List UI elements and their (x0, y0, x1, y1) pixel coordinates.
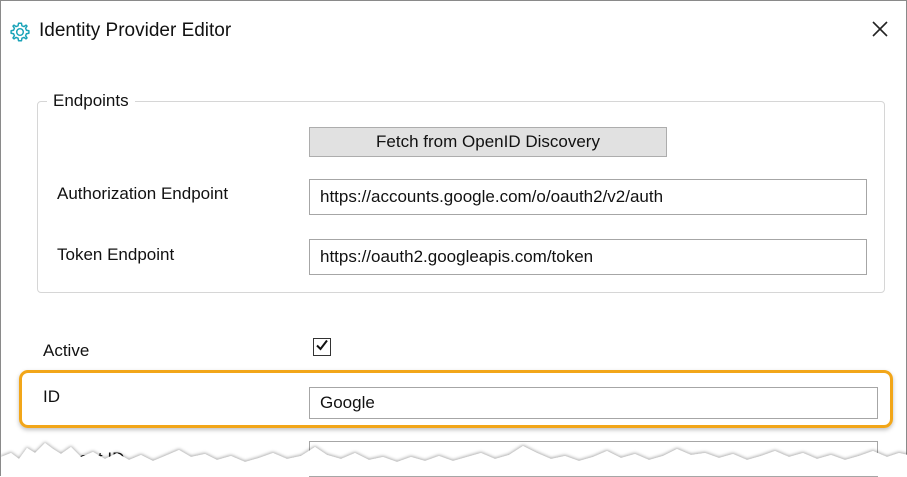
authorization-endpoint-input[interactable] (309, 179, 867, 215)
active-checkbox[interactable] (313, 338, 331, 356)
identity-provider-editor-window: Identity Provider Editor Endpoints Fetch… (0, 0, 907, 477)
gear-icon (9, 21, 31, 43)
endpoints-group-title: Endpoints (47, 91, 135, 111)
close-icon (870, 19, 890, 44)
client-id-label: ent ID (79, 449, 125, 468)
client-id-input[interactable] (309, 441, 878, 477)
fetch-openid-discovery-button[interactable]: Fetch from OpenID Discovery (309, 127, 667, 157)
close-button[interactable] (864, 15, 896, 47)
window-title: Identity Provider Editor (39, 20, 232, 41)
token-endpoint-label: Token Endpoint (57, 245, 175, 264)
id-input[interactable] (309, 387, 878, 419)
title-bar: Identity Provider Editor (1, 1, 906, 63)
token-endpoint-input[interactable] (309, 239, 867, 275)
authorization-endpoint-label: Authorization Endpoint (57, 184, 229, 203)
checkmark-icon (315, 338, 329, 357)
active-label: Active (43, 341, 90, 360)
id-label: ID (43, 387, 60, 406)
